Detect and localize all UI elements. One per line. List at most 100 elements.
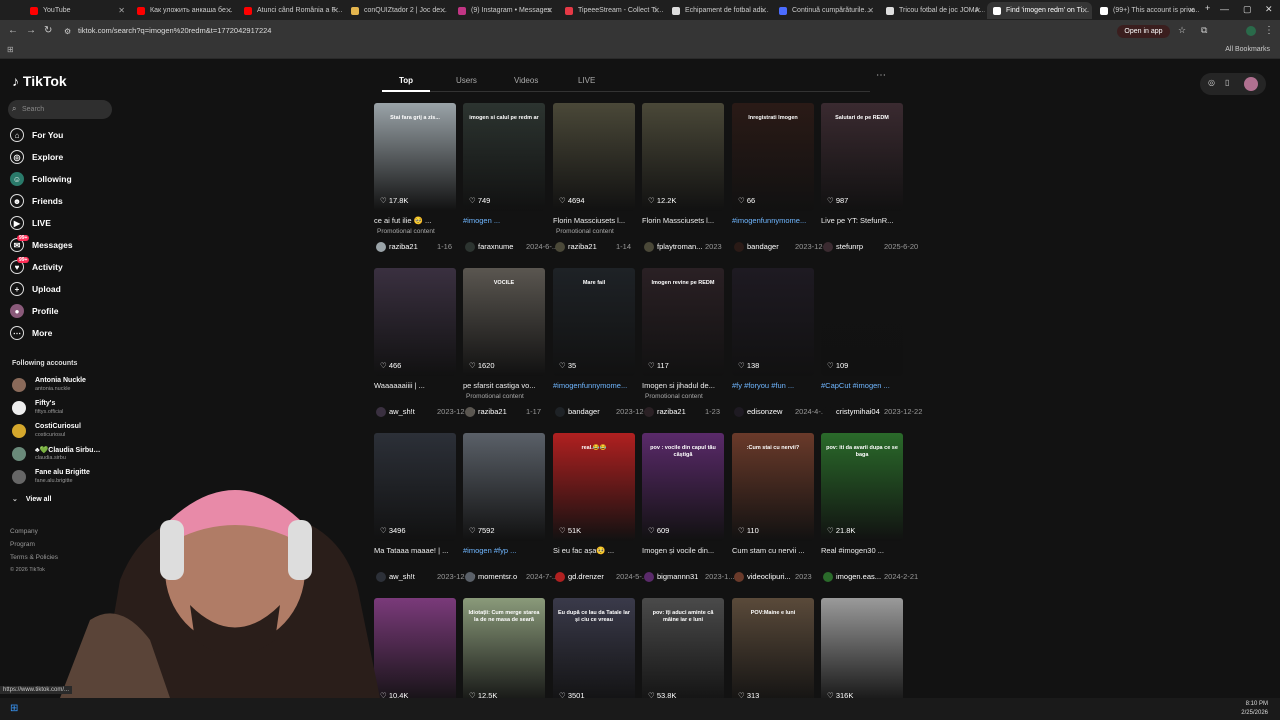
- footer-company[interactable]: Company: [10, 528, 38, 535]
- author-avatar[interactable]: [465, 407, 475, 417]
- user-avatar[interactable]: [1244, 77, 1258, 91]
- video-title[interactable]: Waaaaaaiiii | ...: [374, 381, 460, 390]
- video-card[interactable]: [374, 268, 456, 376]
- sidebar-item-messages[interactable]: ✉ 99+ Messages: [10, 235, 73, 253]
- author-name[interactable]: bandager: [568, 407, 600, 416]
- author-name[interactable]: faraxnume: [478, 242, 513, 251]
- menu-dots-icon[interactable]: ⋮: [1264, 25, 1274, 36]
- tab-close-icon[interactable]: ✕: [974, 6, 981, 15]
- author-avatar[interactable]: [555, 572, 565, 582]
- author-name[interactable]: edisonzew: [747, 407, 782, 416]
- sidebar-item-profile[interactable]: ● Profile: [10, 303, 58, 319]
- tab-users[interactable]: Users: [456, 76, 477, 85]
- author-name[interactable]: momentsr.o: [478, 572, 517, 581]
- browser-tab[interactable]: Atunci când România a F… ✕: [238, 2, 343, 19]
- forward-icon[interactable]: →: [26, 25, 36, 36]
- author-avatar[interactable]: [734, 407, 744, 417]
- video-card[interactable]: imogen si calul pe redm ar: [463, 103, 545, 211]
- sidebar-item-explore[interactable]: ◎ Explore: [10, 149, 63, 165]
- video-card[interactable]: [821, 268, 903, 376]
- close-window-icon[interactable]: ✕: [1265, 4, 1273, 15]
- video-card[interactable]: real.😂😂: [553, 433, 635, 541]
- video-card[interactable]: Mare fail: [553, 268, 635, 376]
- tab-close-icon[interactable]: ✕: [118, 6, 125, 15]
- video-card[interactable]: [553, 103, 635, 211]
- video-title[interactable]: #imogen #fyp ...: [463, 546, 549, 555]
- minimize-icon[interactable]: —: [1220, 4, 1229, 14]
- sidebar-item-upload[interactable]: + Upload: [10, 281, 61, 297]
- video-title[interactable]: Live pe YT: StefunR...: [821, 216, 907, 225]
- video-title[interactable]: #imogen ...: [463, 216, 549, 225]
- browser-tab[interactable]: Как уложить анкаша бе… ✕: [131, 2, 236, 19]
- video-card[interactable]: pov : vocile din capul tău câștigă: [642, 433, 724, 541]
- author-name[interactable]: raziba21: [389, 242, 418, 251]
- search-input[interactable]: ⌕ Search: [8, 100, 112, 119]
- browser-tab[interactable]: Tricou fotbal de joc JOMA… ✕: [880, 2, 985, 19]
- all-bookmarks-link[interactable]: All Bookmarks: [1225, 46, 1270, 53]
- footer-terms[interactable]: Terms & Policies: [10, 554, 58, 561]
- author-avatar[interactable]: [465, 242, 475, 252]
- author-avatar[interactable]: [823, 242, 833, 252]
- video-card[interactable]: Imogen revine pe REDM: [642, 268, 724, 376]
- author-avatar[interactable]: [823, 407, 833, 417]
- tab-close-icon[interactable]: ✕: [867, 6, 874, 15]
- author-avatar[interactable]: [555, 242, 565, 252]
- tab-close-icon[interactable]: ✕: [225, 6, 232, 15]
- author-avatar[interactable]: [555, 407, 565, 417]
- author-avatar[interactable]: [376, 407, 386, 417]
- author-name[interactable]: raziba21: [568, 242, 597, 251]
- video-title[interactable]: ce ai fut ilie 🥺 ...: [374, 216, 460, 225]
- browser-tab[interactable]: Find 'imogen redm' on Ti… ✕: [987, 2, 1092, 19]
- maximize-icon[interactable]: ▢: [1243, 4, 1252, 15]
- video-card[interactable]: VOCILE: [463, 268, 545, 376]
- author-name[interactable]: raziba21: [478, 407, 507, 416]
- author-name[interactable]: bigmannn31: [657, 572, 698, 581]
- sidebar-item-more[interactable]: ⋯ More: [10, 325, 52, 341]
- video-title[interactable]: Imogen si jihadul de...: [642, 381, 728, 390]
- new-tab-icon[interactable]: +: [1205, 3, 1210, 13]
- tab-close-icon[interactable]: ✕: [546, 6, 553, 15]
- tab-live[interactable]: LIVE: [578, 76, 595, 85]
- reload-icon[interactable]: ↻: [44, 25, 52, 36]
- video-card[interactable]: Stai fara grij a zis...: [374, 103, 456, 211]
- author-avatar[interactable]: [465, 572, 475, 582]
- author-avatar[interactable]: [644, 407, 654, 417]
- apps-grid-icon[interactable]: ⊞: [7, 45, 14, 54]
- browser-tab[interactable]: conQUIZtador 2 | Joc de… ✕: [345, 2, 450, 19]
- windows-start-icon[interactable]: ⊞: [10, 703, 18, 714]
- sidebar-item-for-you[interactable]: ⌂ For You: [10, 127, 63, 143]
- tab-close-icon[interactable]: ✕: [1081, 6, 1088, 15]
- footer-program[interactable]: Program: [10, 541, 35, 548]
- video-card[interactable]: [732, 268, 814, 376]
- video-card[interactable]: [642, 103, 724, 211]
- video-title[interactable]: Imogen și vocile din...: [642, 546, 728, 555]
- video-card[interactable]: POV:Maine e luni: [732, 598, 814, 706]
- author-avatar[interactable]: [734, 242, 744, 252]
- tab-close-icon[interactable]: ✕: [760, 6, 767, 15]
- site-info-icon[interactable]: ⚙: [64, 27, 71, 36]
- video-card[interactable]: Inregistrati Imogen: [732, 103, 814, 211]
- video-title[interactable]: #imogenfunnymome...: [553, 381, 639, 390]
- sidebar-item-following[interactable]: ☺ Following: [10, 171, 72, 187]
- browser-tab[interactable]: (9) Instagram • Messages ✕: [452, 2, 557, 19]
- bookmark-star-icon[interactable]: ☆: [1178, 25, 1186, 36]
- author-name[interactable]: aw_sh!t: [389, 407, 415, 416]
- author-name[interactable]: raziba21: [657, 407, 686, 416]
- video-card[interactable]: pov: îți aduci aminte că mâine iar e lun…: [642, 598, 724, 706]
- view-all-link[interactable]: ⌄ View all: [12, 495, 51, 503]
- author-avatar[interactable]: [734, 572, 744, 582]
- open-in-app-button[interactable]: Open in app: [1117, 25, 1170, 38]
- author-name[interactable]: stefunrp: [836, 242, 863, 251]
- coins-icon[interactable]: ◎: [1208, 78, 1215, 87]
- back-icon[interactable]: ←: [8, 25, 18, 36]
- author-name[interactable]: videoclipuri...: [747, 572, 791, 581]
- author-name[interactable]: aw_sh!t: [389, 572, 415, 581]
- author-avatar[interactable]: [823, 572, 833, 582]
- url-field[interactable]: tiktok.com/search?q=imogen%20redm&t=1772…: [78, 26, 271, 35]
- video-card[interactable]: Eu după ce Iau da Tatale Iar și ciu ce v…: [553, 598, 635, 706]
- tiktok-logo[interactable]: ♪ TikTok: [12, 73, 67, 89]
- sidebar-item-live[interactable]: ▶ LIVE: [10, 215, 51, 231]
- browser-tab[interactable]: Continuă cumpărăturile… ✕: [773, 2, 878, 19]
- video-card[interactable]: :Cum stai cu nervii?: [732, 433, 814, 541]
- video-title[interactable]: Real #imogen30 ...: [821, 546, 907, 555]
